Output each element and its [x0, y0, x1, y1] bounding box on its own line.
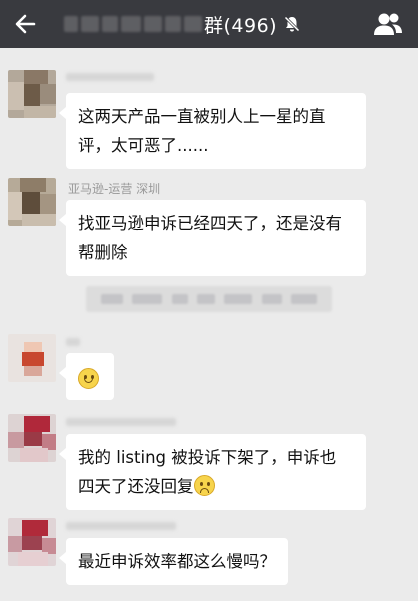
message-bubble[interactable]: 这两天产品一直被别人上一星的直 评，太可恶了......	[59, 93, 366, 169]
back-arrow-icon[interactable]	[12, 9, 44, 39]
blurred-group-name	[64, 16, 202, 32]
message-bubble[interactable]: 最近申诉效率都这么慢吗？	[59, 538, 288, 585]
message-bubble[interactable]	[59, 353, 114, 400]
message-line: 最近申诉效率都这么慢吗？	[78, 552, 276, 571]
bell-muted-icon	[284, 15, 301, 33]
message-text: 四天了还没回复	[78, 477, 194, 496]
avatar[interactable]	[8, 70, 56, 118]
blurred-sender-name	[66, 73, 154, 81]
avatar[interactable]	[8, 334, 56, 382]
blurred-timestamp	[86, 286, 332, 312]
message-bubble[interactable]: 找亚马逊申诉已经四天了，还是没有 帮删除	[59, 200, 366, 276]
message-line: 四天了还没回复	[78, 472, 354, 501]
message-line: 帮删除	[78, 243, 128, 262]
avatar[interactable]	[8, 178, 56, 226]
avatar[interactable]	[8, 518, 56, 566]
chat-title: 群(496)	[64, 11, 301, 37]
smile-emoji-icon	[78, 368, 99, 389]
message-line: 评，太可恶了......	[78, 136, 209, 155]
sender-name: 亚马逊-运营 深圳	[68, 182, 161, 196]
message-line: 找亚马逊申诉已经四天了，还是没有	[78, 214, 342, 233]
blurred-sender-name	[66, 338, 80, 346]
blurred-sender-name	[66, 418, 176, 426]
blurred-sender-name	[66, 522, 176, 530]
message-list[interactable]: 这两天产品一直被别人上一星的直 评，太可恶了...... 亚马逊-运营 深圳 找…	[0, 48, 418, 601]
avatar[interactable]	[8, 414, 56, 462]
message-bubble[interactable]: 我的 listing 被投诉下架了，申诉也 四天了还没回复	[59, 434, 366, 510]
message-line: 我的 listing 被投诉下架了，申诉也	[78, 448, 337, 467]
message-line: 这两天产品一直被别人上一星的直	[78, 107, 326, 126]
group-members-icon[interactable]	[372, 11, 404, 37]
chat-title-text: 群(496)	[204, 14, 278, 37]
chat-header: 群(496)	[0, 0, 418, 48]
sad-emoji-icon	[193, 475, 215, 496]
